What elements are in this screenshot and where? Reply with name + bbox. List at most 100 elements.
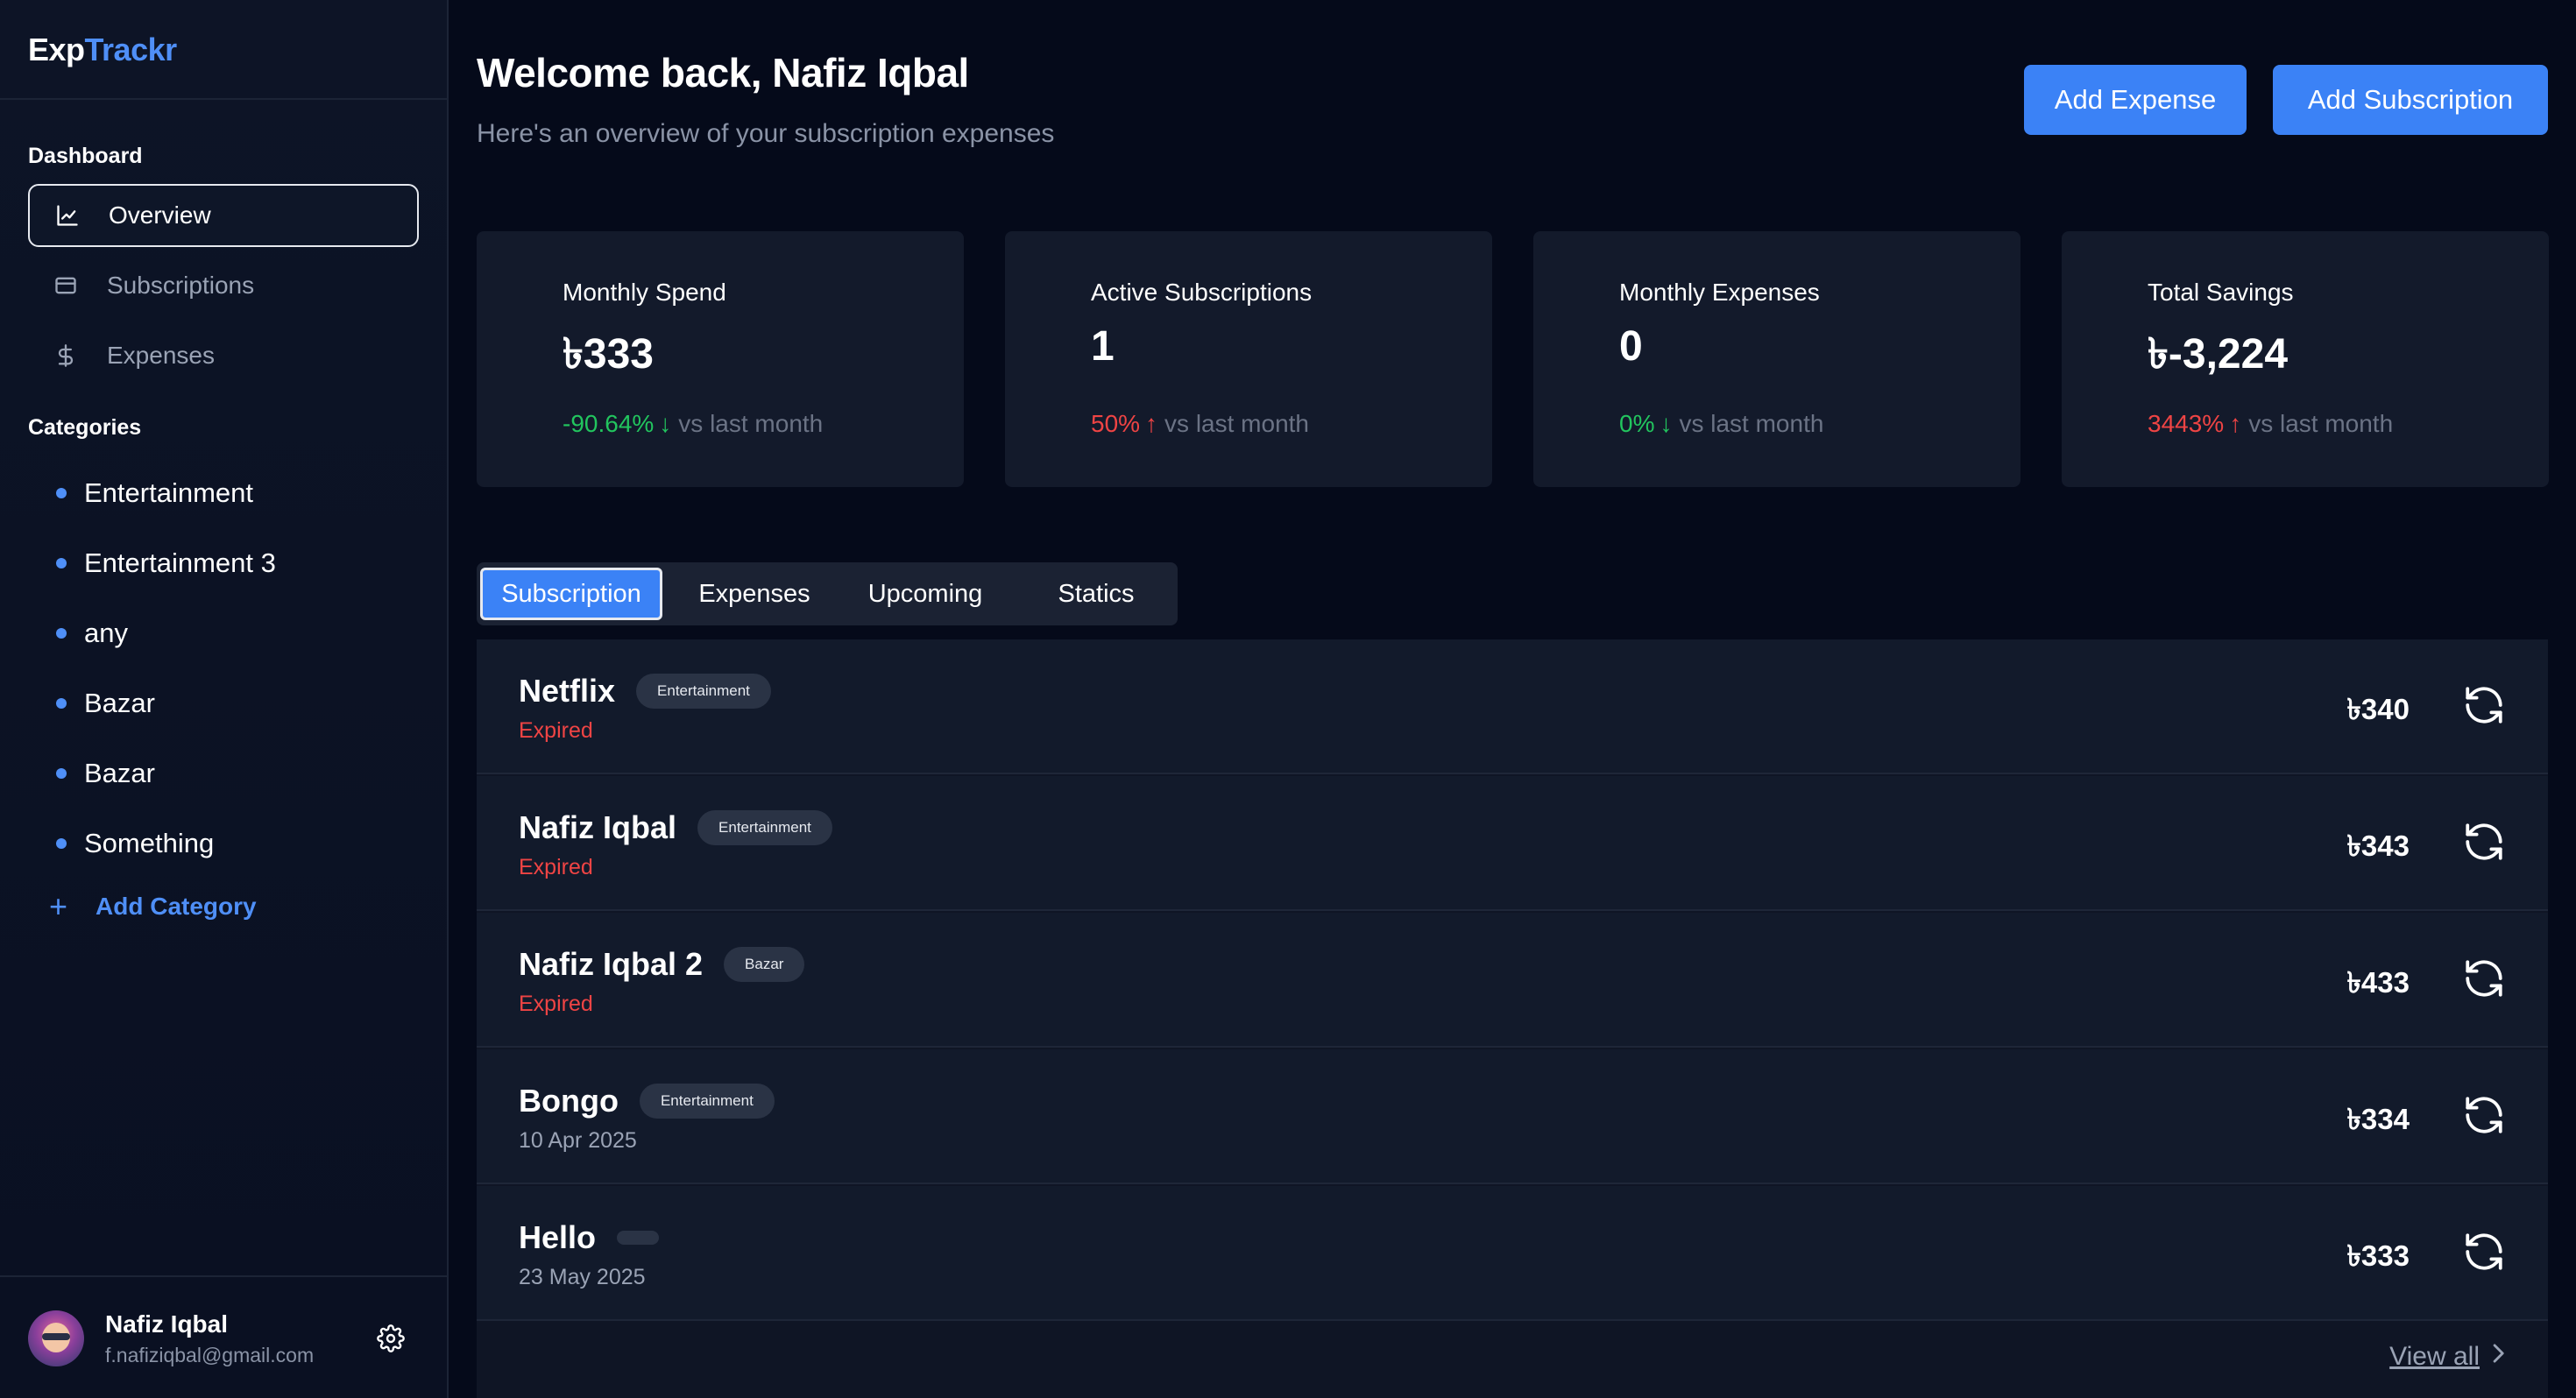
stat-card-active-subscriptions: Active Subscriptions 1 50% ↑ vs last mon… [1005,231,1492,487]
add-category-label: Add Category [96,893,257,920]
credit-card-icon [53,272,79,299]
dollar-icon [53,342,79,369]
category-dot [56,698,67,709]
subscription-name: Nafiz Iqbal 2 [519,946,704,982]
category-dot [56,488,67,498]
category-label: Bazar [84,758,155,788]
tab-upcoming[interactable]: Upcoming [838,568,1013,620]
add-expense-button[interactable]: Add Expense [2024,65,2247,135]
category-label: Something [84,828,215,858]
subscription-name: Netflix [519,673,616,709]
app-logo[interactable]: ExpTrackr [28,32,177,68]
stat-delta: 3443% ↑ vs last month [2148,410,2393,438]
stat-title: Monthly Spend [563,279,726,306]
subscription-date: 23 May 2025 [519,1265,646,1289]
nav-item-overview[interactable]: Overview [28,184,419,247]
category-badge: Bazar [724,947,805,982]
stat-value: ৳333 [563,331,654,378]
list-item[interactable]: Hello 23 May 2025 ৳333 [477,1186,2548,1321]
chart-line-icon [54,202,81,229]
list-item[interactable]: Nafiz Iqbal 2 Bazar Expired ৳433 [477,913,2548,1048]
stat-delta: 0% ↓ vs last month [1619,410,1823,438]
page-subtitle: Here's an overview of your subscription … [477,119,1055,148]
stat-delta-pct: 50% [1091,410,1141,437]
subscription-date: 10 Apr 2025 [519,1128,637,1153]
tab-bar: Subscription Expenses Upcoming Statics [477,562,1178,625]
category-label: Entertainment [84,477,253,508]
stat-title: Active Subscriptions [1091,279,1313,306]
category-item[interactable]: Bazar [56,681,155,725]
stat-delta-vs: vs last month [1164,410,1309,437]
chevron-right-icon [2490,1342,2506,1372]
category-item[interactable]: Entertainment [56,471,253,515]
refresh-icon[interactable] [2462,1230,2506,1274]
stat-delta-vs: vs last month [1679,410,1824,437]
list-item[interactable]: Bongo Entertainment 10 Apr 2025 ৳334 [477,1049,2548,1184]
avatar-glasses [42,1333,70,1340]
refresh-icon[interactable] [2462,1093,2506,1137]
subscription-list: Netflix Entertainment Expired ৳340 Nafiz… [477,639,2548,1398]
nav-item-label: Overview [109,201,211,229]
row-title: Netflix Entertainment [519,673,771,710]
category-dot [56,628,67,639]
category-badge: Entertainment [636,674,771,709]
refresh-icon[interactable] [2462,683,2506,727]
view-all-label: View all [2389,1342,2480,1371]
brand-part-1: Exp [28,32,85,67]
refresh-icon[interactable] [2462,820,2506,864]
view-all-link[interactable]: View all [2389,1342,2506,1372]
stat-title: Monthly Expenses [1619,279,1820,306]
arrow-up-icon: ↑ [2229,410,2242,437]
category-label: Bazar [84,688,155,718]
subscription-status: Expired [519,718,593,743]
profile-email: f.nafiziqbal@gmail.com [105,1344,315,1366]
profile-name: Nafiz Iqbal [105,1310,229,1338]
page-title: Welcome back, Nafiz Iqbal [477,50,969,95]
add-category-button[interactable]: + Add Category [49,885,257,928]
nav-item-expenses[interactable]: Expenses [28,324,419,387]
add-subscription-button[interactable]: Add Subscription [2273,65,2548,135]
tab-statics[interactable]: Statics [1013,568,1179,620]
stat-card-total-savings: Total Savings ৳-3,224 3443% ↑ vs last mo… [2062,231,2549,487]
category-item[interactable]: Entertainment 3 [56,541,276,585]
subscription-amount: ৳333 [2346,1239,2410,1272]
row-title: Nafiz Iqbal Entertainment [519,809,832,846]
arrow-down-icon: ↓ [1660,410,1673,437]
stat-delta: 50% ↑ vs last month [1091,410,1309,438]
subscription-amount: ৳334 [2346,1103,2410,1135]
category-dot [56,558,67,568]
stat-value: 1 [1091,323,1115,370]
stat-delta-vs: vs last month [678,410,824,437]
stat-delta-pct: -90.64% [563,410,655,437]
stat-delta: -90.64% ↓ vs last month [563,410,823,438]
category-badge: Entertainment [697,810,832,845]
stat-delta-pct: 3443% [2148,410,2225,437]
list-item[interactable]: Netflix Entertainment Expired ৳340 [477,639,2548,774]
arrow-up-icon: ↑ [1145,410,1158,437]
tab-subscription[interactable]: Subscription [480,568,662,620]
list-item[interactable]: Nafiz Iqbal Entertainment Expired ৳343 [477,776,2548,911]
tab-expenses[interactable]: Expenses [671,568,838,620]
avatar[interactable] [28,1310,84,1366]
stat-value: ৳-3,224 [2148,331,2289,378]
brand-part-2: Trackr [84,32,178,67]
subscription-name: Nafiz Iqbal [519,809,677,845]
category-item[interactable]: Bazar [56,752,155,795]
subscription-status: Expired [519,855,593,879]
category-dot [56,768,67,779]
nav-item-label: Subscriptions [107,272,255,299]
category-item[interactable]: any [56,611,128,655]
subscription-status: Expired [519,992,593,1016]
categories-section-label: Categories [28,415,142,440]
dashboard-section-label: Dashboard [28,144,143,168]
stat-card-monthly-spend: Monthly Spend ৳333 -90.64% ↓ vs last mon… [477,231,964,487]
arrow-down-icon: ↓ [659,410,672,437]
gear-icon[interactable] [377,1324,405,1352]
nav-item-subscriptions[interactable]: Subscriptions [28,254,419,317]
category-item[interactable]: Something [56,822,214,865]
stat-value: 0 [1619,323,1643,370]
refresh-icon[interactable] [2462,957,2506,1000]
subscription-amount: ৳343 [2346,830,2410,862]
row-title: Hello [519,1219,660,1256]
sidebar: ExpTrackr Dashboard Overview Subscriptio… [0,0,449,1398]
